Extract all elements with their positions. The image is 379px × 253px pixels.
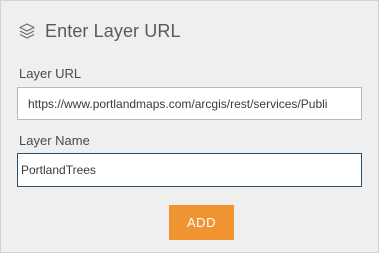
layer-url-label: Layer URL — [19, 66, 82, 81]
layers-icon — [18, 22, 36, 40]
dialog-header: Enter Layer URL — [18, 19, 181, 43]
layer-name-label: Layer Name — [19, 133, 90, 148]
add-layer-panel: Enter Layer URL Layer URL Layer Name ADD — [0, 0, 379, 253]
layer-name-input[interactable] — [17, 153, 362, 187]
dialog-title: Enter Layer URL — [45, 20, 181, 41]
layer-url-input[interactable] — [17, 87, 362, 120]
add-button[interactable]: ADD — [169, 205, 234, 240]
